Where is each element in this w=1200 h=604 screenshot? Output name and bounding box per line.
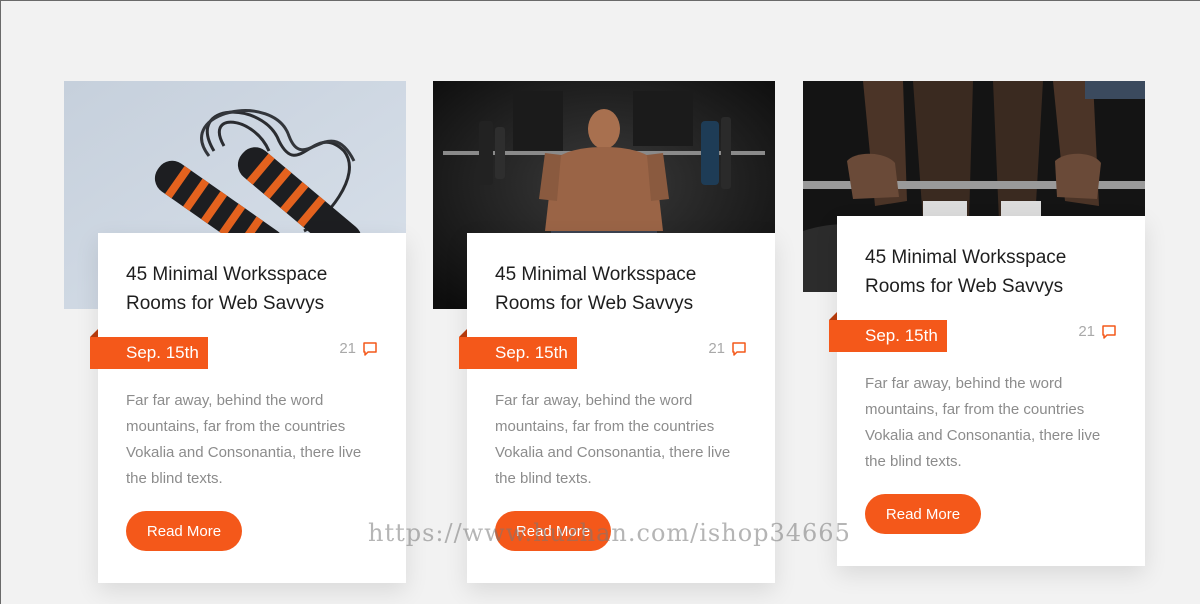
post-date: Sep. 15th [126,343,199,362]
comment-count[interactable]: 21 [339,340,378,357]
comment-bubble-icon [1102,324,1116,339]
post-date: Sep. 15th [865,326,938,345]
post-excerpt: Far far away, behind the word mountains,… [495,392,731,487]
date-badge-fold [459,329,467,337]
date-badge-fold [829,312,837,320]
date-badge-fold [90,329,98,337]
watermark-text: https://www.huzhan.com/ishop34665 [368,519,851,547]
comment-count-value: 21 [1078,323,1095,340]
post-title[interactable]: 45 Minimal Worksspace Rooms for Web Savv… [865,243,1115,301]
comment-count[interactable]: 21 [1078,323,1117,340]
post-excerpt: Far far away, behind the word mountains,… [865,375,1101,470]
comment-count-value: 21 [339,340,356,357]
post-date-badge: Sep. 15th [829,312,947,352]
post-title[interactable]: 45 Minimal Worksspace Rooms for Web Savv… [495,260,745,318]
post-date-badge: Sep. 15th [90,329,208,369]
post-excerpt: Far far away, behind the word mountains,… [126,392,362,487]
read-more-button[interactable]: Read More [865,494,981,534]
post-title[interactable]: 45 Minimal Worksspace Rooms for Web Savv… [126,260,376,318]
comment-bubble-icon [363,341,377,356]
post-card-body: 45 Minimal Worksspace Rooms for Web Savv… [829,216,1145,566]
post-date-badge: Sep. 15th [459,329,577,369]
post-card-body: 45 Minimal Worksspace Rooms for Web Savv… [90,233,406,583]
read-more-button[interactable]: Read More [126,511,242,551]
comment-count-value: 21 [708,340,725,357]
comment-bubble-icon [732,341,746,356]
post-date: Sep. 15th [495,343,568,362]
comment-count[interactable]: 21 [708,340,747,357]
